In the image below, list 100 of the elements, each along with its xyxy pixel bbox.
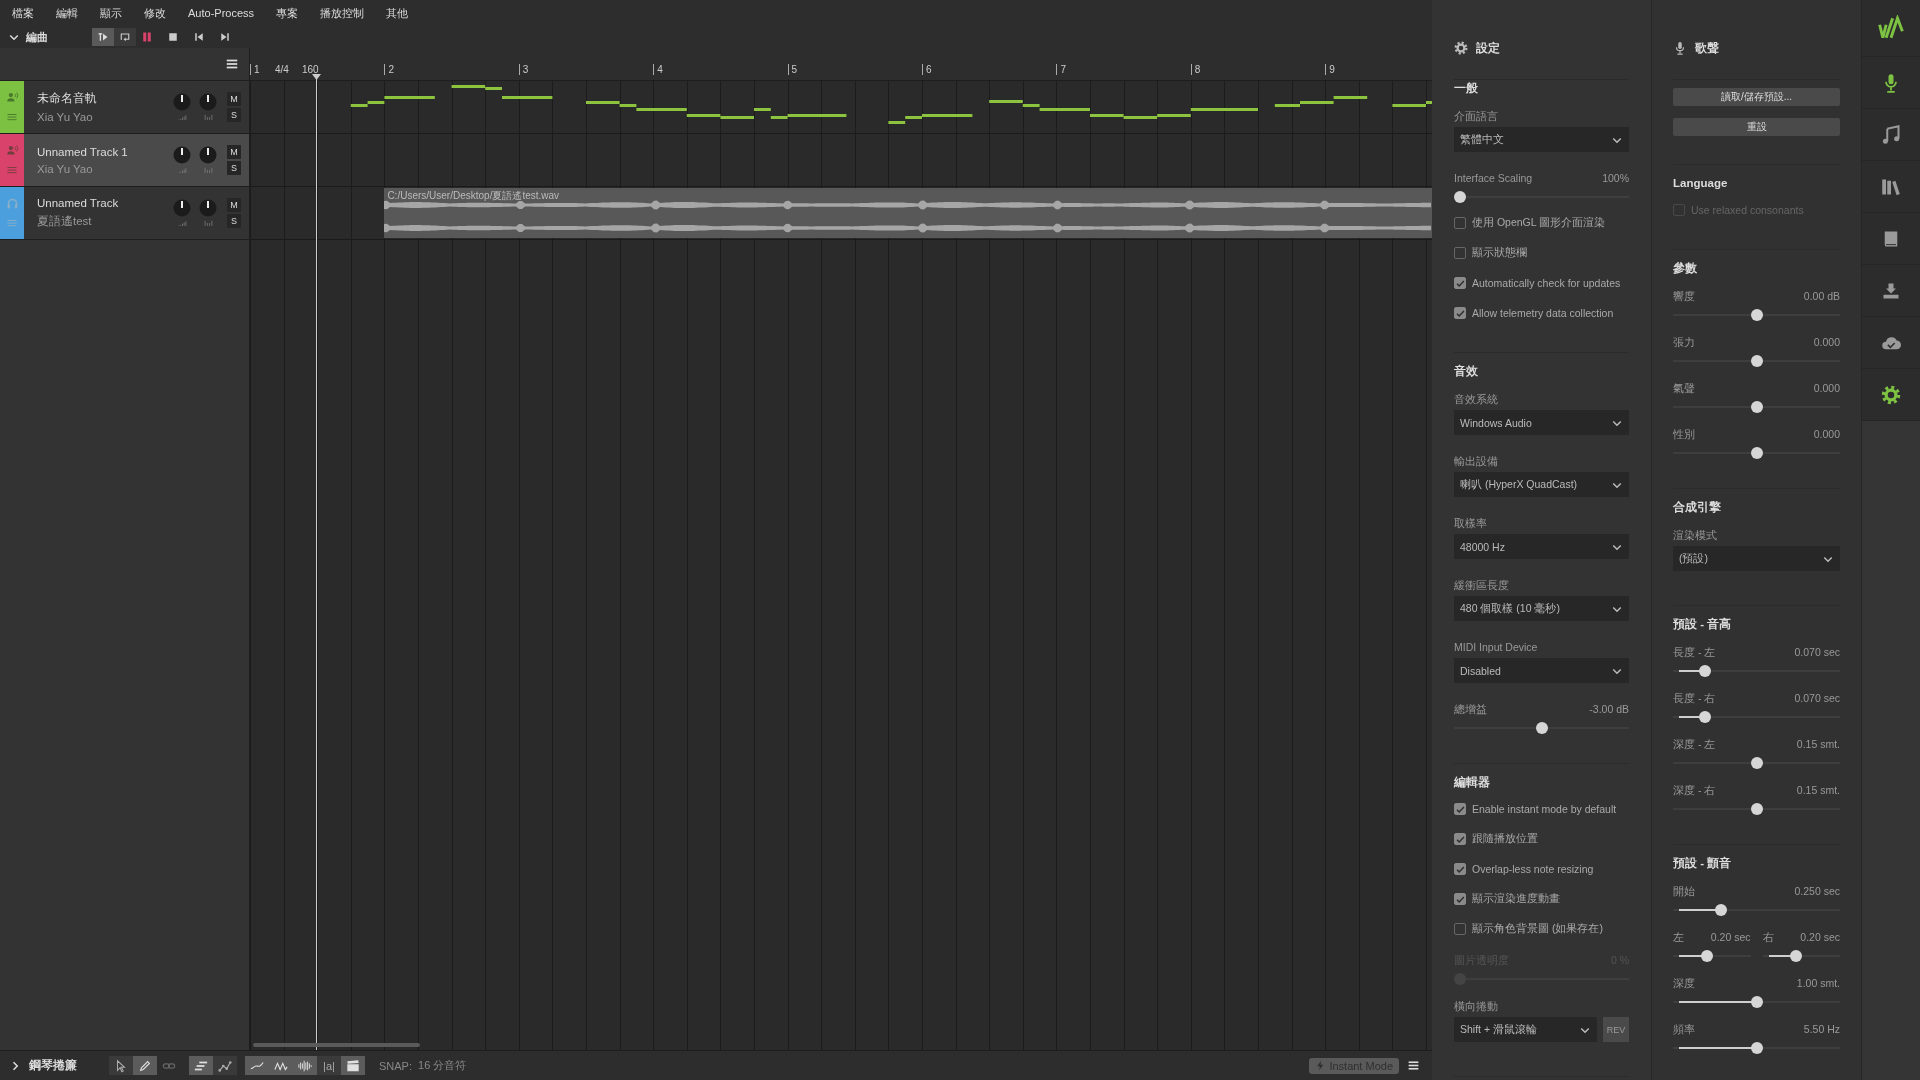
slider-thumb[interactable] [1790, 950, 1802, 962]
slider-thumb[interactable] [1750, 1042, 1763, 1054]
menu-item[interactable]: 編輯 [56, 5, 78, 21]
menu-item[interactable]: 播放控制 [320, 5, 365, 21]
scrollbar-thumb[interactable] [253, 1043, 420, 1047]
checkbox[interactable] [1454, 863, 1466, 875]
lyrics-tool-button[interactable]: |a| [317, 1056, 341, 1075]
menu-icon [225, 57, 239, 71]
slider-thumb[interactable] [1535, 722, 1548, 734]
knob[interactable] [173, 93, 191, 111]
checkbox[interactable] [1454, 923, 1466, 935]
solo-button[interactable]: S [227, 108, 241, 122]
microphone-icon [1673, 41, 1687, 55]
music-note-icon[interactable] [1881, 124, 1901, 145]
pointer-tool-button[interactable] [109, 1056, 133, 1075]
snap-value[interactable]: 16 分音符 [418, 1058, 467, 1073]
playhead[interactable] [311, 74, 322, 1050]
waveform-tool-button[interactable] [293, 1056, 317, 1075]
checkbox[interactable] [1454, 893, 1466, 905]
checkbox[interactable] [1454, 217, 1466, 229]
menu-item[interactable]: 其他 [386, 5, 409, 21]
dropdown[interactable]: 48000 Hz [1454, 534, 1629, 559]
field-label: 介面語言 [1454, 109, 1499, 124]
skip-forward-icon [219, 31, 231, 43]
checkbox[interactable] [1454, 307, 1466, 319]
align-tool-button[interactable] [189, 1056, 213, 1075]
slider-value: 0.15 smt. [1796, 737, 1840, 752]
loop-button[interactable] [114, 28, 136, 46]
mute-button[interactable]: M [227, 92, 241, 106]
clapperboard-icon [346, 1058, 360, 1073]
slider-thumb[interactable] [1699, 665, 1712, 677]
track-header[interactable]: Unnamed Track 1 Xia Yu Yao M S [0, 134, 249, 187]
menu-item[interactable]: 檔案 [12, 5, 34, 21]
menu-icon [1407, 1059, 1420, 1072]
slider-thumb[interactable] [1750, 757, 1763, 769]
slider-label: 張力 [1673, 335, 1695, 350]
bar-number: 6 [922, 64, 932, 75]
settings-icon [1454, 41, 1468, 55]
bar-number: 1 [250, 64, 260, 75]
dropdown[interactable]: Disabled [1454, 658, 1629, 683]
slider-value: 0.000 [1813, 427, 1840, 442]
track-header[interactable]: Unnamed Track 夏語遙test M S [0, 187, 249, 240]
checkbox-label: Overlap-less note resizing [1472, 863, 1594, 875]
audio-clip[interactable]: C:/Users/User/Desktop/夏語遙test.wav [384, 188, 1432, 238]
tempo[interactable]: 160 [302, 64, 319, 75]
slider-thumb[interactable] [1750, 447, 1763, 459]
track-header[interactable]: 未命名音軌 Xia Yu Yao M S [0, 81, 249, 134]
slider-thumb[interactable] [1750, 355, 1763, 367]
pen-tool-button[interactable] [133, 1056, 157, 1075]
checkbox[interactable] [1454, 803, 1466, 815]
checkbox[interactable] [1454, 277, 1466, 289]
singer-name: Xia Yu Yao [37, 111, 94, 123]
knob[interactable] [173, 199, 191, 217]
knob[interactable] [199, 93, 217, 111]
menu-item[interactable]: 專案 [276, 5, 299, 21]
mute-button[interactable]: M [227, 198, 241, 212]
time-signature[interactable]: 4/4 [275, 64, 289, 75]
checkbox-label: Automatically check for updates [1472, 277, 1621, 289]
curve-tool-button[interactable] [213, 1056, 237, 1075]
slider-thumb[interactable] [1714, 904, 1727, 916]
knob[interactable] [199, 146, 217, 164]
bar-number: 4 [653, 64, 663, 75]
follow-button[interactable] [92, 28, 114, 46]
menu-item[interactable]: Auto-Process [188, 7, 255, 19]
knob[interactable] [199, 199, 217, 217]
slider-thumb[interactable] [1750, 803, 1763, 815]
track-name: Unnamed Track 1 [37, 145, 129, 158]
settings-icon[interactable] [1881, 384, 1901, 405]
dropdown[interactable]: 繁體中文 [1454, 127, 1629, 152]
checkbox[interactable] [1454, 247, 1466, 259]
checkbox[interactable] [1454, 833, 1466, 845]
menu-item[interactable]: 修改 [144, 5, 166, 21]
dropdown[interactable]: Windows Audio [1454, 410, 1629, 435]
mute-button[interactable]: M [227, 145, 241, 159]
panel-title: 設定 [1476, 41, 1500, 55]
slider-thumb[interactable] [1750, 309, 1763, 321]
solo-button[interactable]: S [227, 214, 241, 228]
slider-thumb[interactable] [1700, 950, 1713, 962]
slider-value: 0.00 dB [1803, 289, 1840, 304]
menu-item[interactable]: 顯示 [100, 5, 122, 21]
knob[interactable] [173, 146, 191, 164]
field-label: 音效系統 [1454, 392, 1499, 407]
curve-nodes-icon [218, 1058, 232, 1073]
slider-thumb[interactable] [1699, 711, 1712, 723]
clapper-tool-button[interactable] [341, 1056, 365, 1075]
dropdown[interactable]: 喇叭 (HyperX QuadCast) [1454, 472, 1629, 497]
section-heading: 預設 - 顫音 [1673, 855, 1733, 871]
slider-value: 0.250 sec [1794, 884, 1840, 899]
dropdown[interactable]: 480 個取樣 (10 毫秒) [1454, 596, 1629, 621]
slider-thumb[interactable] [1750, 996, 1763, 1008]
field-label: 輸出設備 [1454, 454, 1499, 469]
slider-thumb[interactable] [1454, 191, 1466, 203]
solo-button[interactable]: S [227, 161, 241, 175]
panel-button[interactable]: 重設 [1673, 118, 1840, 136]
slider-thumb[interactable] [1750, 401, 1763, 413]
follow-playhead-icon [97, 31, 109, 43]
dropdown[interactable]: (預設) [1673, 546, 1840, 571]
panel-button[interactable]: 讀取/儲存預設... [1673, 88, 1840, 106]
pitch-tool-button[interactable] [245, 1056, 269, 1075]
dropdown[interactable]: Shift + 滑鼠滾輪 [1454, 1017, 1597, 1042]
